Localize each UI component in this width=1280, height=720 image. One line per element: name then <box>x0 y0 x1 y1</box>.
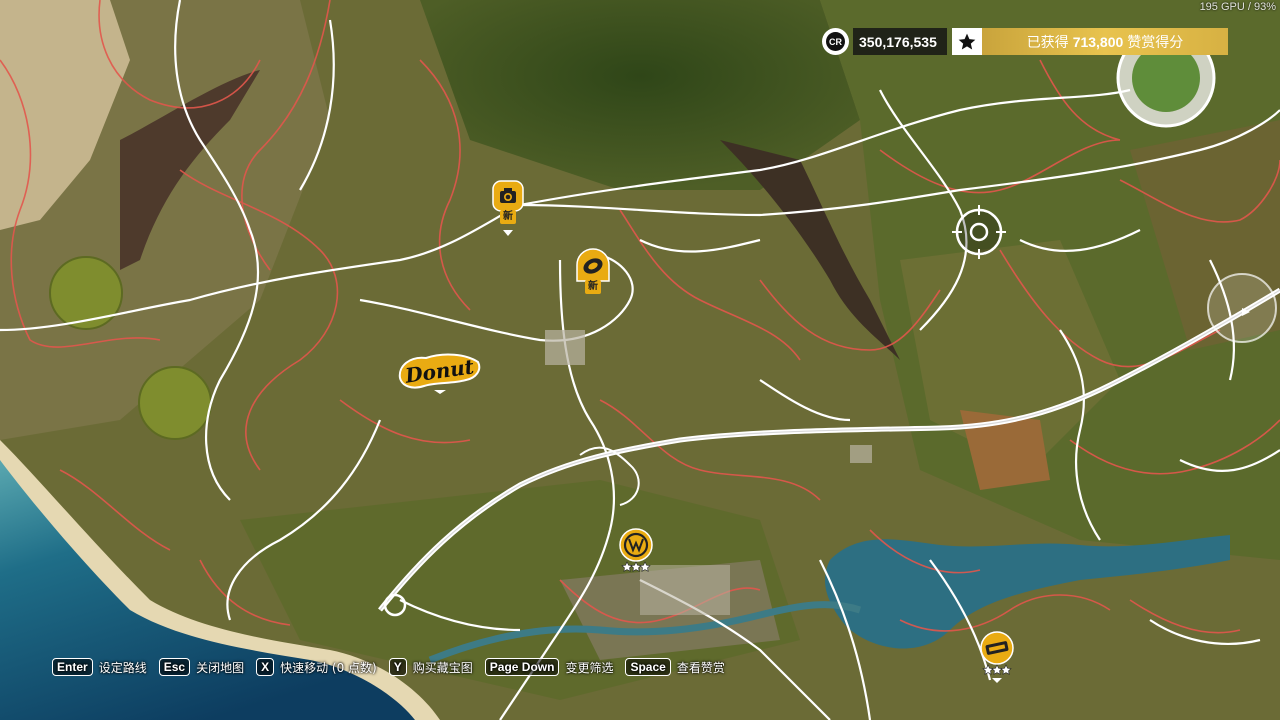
hint-fast-travel[interactable]: X 快速移动 (0 点数) <box>256 658 377 676</box>
accolade-prefix: 已获得 <box>1026 34 1069 51</box>
hint-label: 设定路线 <box>98 660 147 675</box>
new-badge: 新 <box>500 210 516 224</box>
hint-set-route[interactable]: Enter 设定路线 <box>52 658 147 676</box>
hint-label: 快速移动 (0 点数) <box>280 660 377 675</box>
star-icon <box>952 28 982 55</box>
hint-label: 查看赞赏 <box>676 660 725 675</box>
accolade-banner: 已获得 713,800 赞赏得分 <box>982 28 1228 55</box>
player-position-icon <box>1207 273 1277 343</box>
credits-display: CR 350,176,535 <box>822 28 947 55</box>
map-screen: 195 GPU / 93% CR 350,176,535 已获得 713,800… <box>0 0 1280 720</box>
credits-icon: CR <box>822 28 849 55</box>
xs-event-marker[interactable] <box>979 630 1015 684</box>
pxs-icon <box>980 631 1014 683</box>
performance-readout: 195 GPU / 93% <box>1199 1 1276 13</box>
map-cursor-icon[interactable] <box>952 205 1006 259</box>
hint-label: 购买藏宝图 <box>412 660 473 675</box>
key-x: X <box>256 658 275 676</box>
vw-dealership-marker[interactable] <box>619 528 653 578</box>
hint-view-accolades[interactable]: Space 查看赞赏 <box>625 658 725 676</box>
donut-stunt-marker[interactable]: Donut <box>396 348 482 394</box>
hint-label: 关闭地图 <box>196 660 245 675</box>
hint-close-map[interactable]: Esc 关闭地图 <box>158 658 245 676</box>
world-map[interactable] <box>0 0 1280 720</box>
hint-change-filter[interactable]: Page Down 变更筛选 <box>484 658 614 676</box>
vw-icon <box>619 528 653 572</box>
photo-challenge-marker[interactable]: 新 <box>492 180 524 238</box>
control-hints-bar: Enter 设定路线 Esc 关闭地图 X 快速移动 (0 点数) Y 购买藏宝… <box>52 658 737 676</box>
key-enter: Enter <box>52 658 93 676</box>
accolade-suffix: 赞赏得分 <box>1127 34 1184 51</box>
credits-amount: 350,176,535 <box>853 28 947 55</box>
hint-buy-treasure-map[interactable]: Y 购买藏宝图 <box>388 658 473 676</box>
key-esc: Esc <box>158 658 191 676</box>
pointer-arrow-icon <box>503 230 513 236</box>
drift-zone-marker[interactable]: 新 <box>576 248 610 306</box>
key-space: Space <box>625 658 671 676</box>
new-badge: 新 <box>585 280 601 294</box>
hint-label: 变更筛选 <box>565 660 614 675</box>
accolade-display: 已获得 713,800 赞赏得分 <box>952 28 1228 55</box>
key-page-down: Page Down <box>484 658 560 676</box>
accolade-points: 713,800 <box>1072 33 1124 50</box>
key-y: Y <box>388 658 407 676</box>
tire-drift-icon <box>576 248 610 282</box>
